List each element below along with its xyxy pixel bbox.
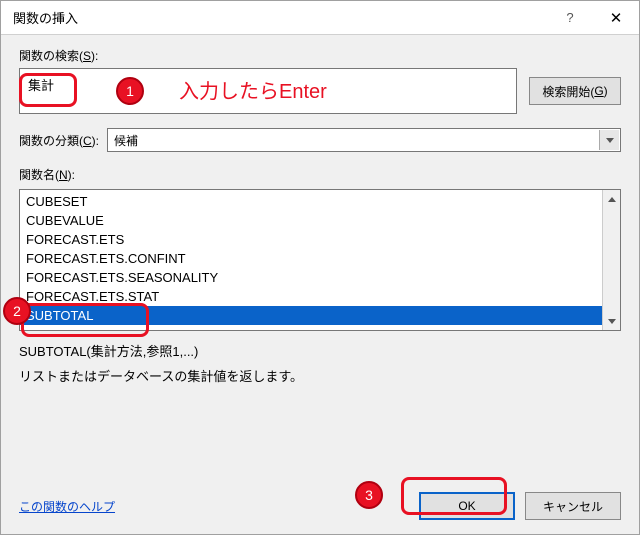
list-item[interactable]: CUBESET	[26, 192, 596, 211]
dialog-footer: この関数のヘルプ OK キャンセル	[19, 492, 621, 520]
list-item[interactable]: FORECAST.ETS.CONFINT	[26, 249, 596, 268]
function-description: リストまたはデータベースの集計値を返します。	[19, 366, 621, 385]
dialog-content: 関数の検索(S): 集計 検索開始(G) 関数の分類(C): 候補 関数名(N)…	[1, 35, 639, 385]
category-row: 関数の分類(C): 候補	[19, 128, 621, 152]
search-value: 集計	[28, 78, 54, 93]
help-icon[interactable]: ?	[547, 2, 593, 34]
close-icon[interactable]: ✕	[593, 2, 639, 34]
search-input[interactable]: 集計	[19, 68, 517, 114]
scroll-up-icon[interactable]	[603, 190, 620, 208]
function-listbox[interactable]: CUBESETCUBEVALUEFORECAST.ETSFORECAST.ETS…	[19, 189, 621, 331]
help-link[interactable]: この関数のヘルプ	[19, 498, 409, 515]
scrollbar[interactable]	[602, 190, 620, 330]
dialog-title: 関数の挿入	[13, 8, 547, 27]
category-select[interactable]: 候補	[107, 128, 621, 152]
category-label: 関数の分類(C):	[19, 132, 99, 149]
list-item[interactable]: SUBTOTAL	[20, 306, 602, 325]
scroll-down-icon[interactable]	[603, 312, 620, 330]
ok-button[interactable]: OK	[419, 492, 515, 520]
search-label: 関数の検索(S):	[19, 47, 621, 64]
search-row: 集計 検索開始(G)	[19, 68, 621, 114]
insert-function-dialog: 関数の挿入 ? ✕ 関数の検索(S): 集計 検索開始(G) 関数の分類(C):…	[0, 0, 640, 535]
search-go-button[interactable]: 検索開始(G)	[529, 77, 621, 105]
function-syntax: SUBTOTAL(集計方法,参照1,...)	[19, 341, 621, 360]
cancel-button[interactable]: キャンセル	[525, 492, 621, 520]
function-name-label: 関数名(N):	[19, 166, 621, 183]
list-item[interactable]: CUBEVALUE	[26, 211, 596, 230]
list-item[interactable]: FORECAST.ETS.STAT	[26, 287, 596, 306]
list-item[interactable]: FORECAST.ETS.SEASONALITY	[26, 268, 596, 287]
chevron-down-icon[interactable]	[599, 130, 619, 150]
list-item[interactable]: FORECAST.ETS	[26, 230, 596, 249]
category-value: 候補	[114, 132, 138, 149]
titlebar: 関数の挿入 ? ✕	[1, 1, 639, 35]
